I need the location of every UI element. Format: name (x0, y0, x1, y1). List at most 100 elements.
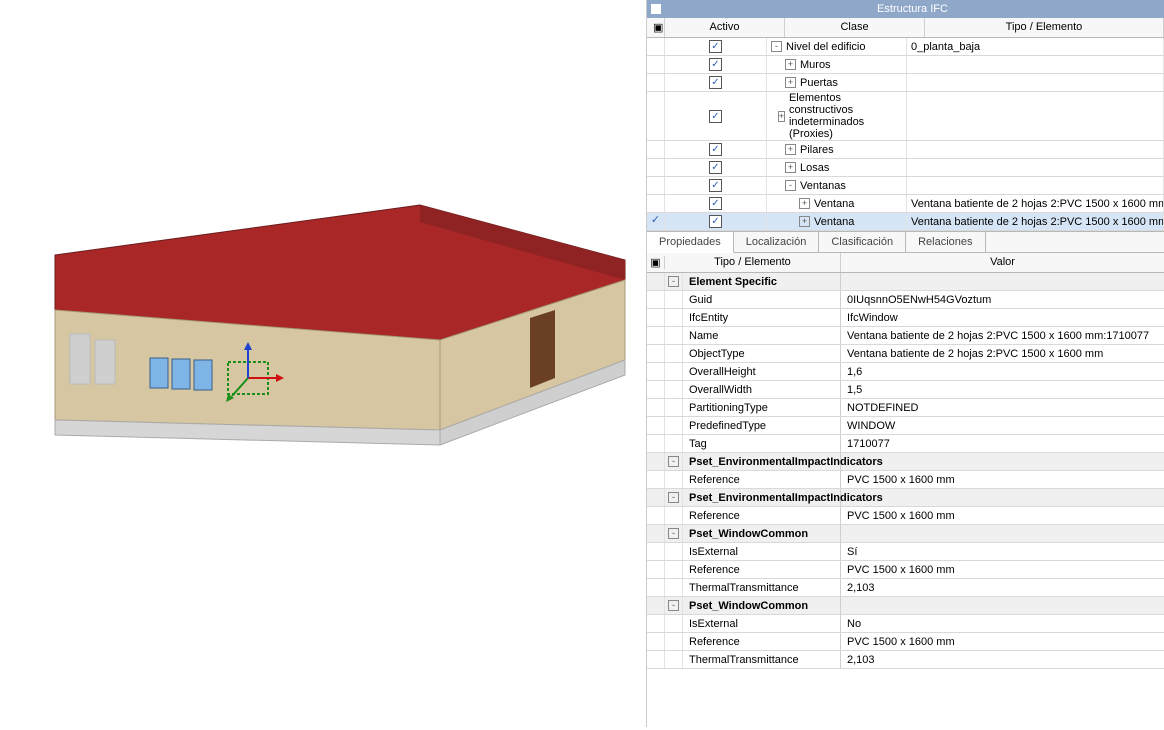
tree-body[interactable]: ✓-Nivel del edificio0_planta_baja✓+Muros… (647, 38, 1164, 231)
property-row[interactable]: ReferencePVC 1500 x 1600 mm (647, 471, 1164, 489)
row-active-checkbox[interactable]: ✓ (665, 177, 767, 194)
tree-header-type[interactable]: Tipo / Elemento (925, 18, 1164, 37)
property-row[interactable]: IsExternalNo (647, 615, 1164, 633)
property-row[interactable]: IsExternalSí (647, 543, 1164, 561)
row-class-cell[interactable]: +Muros (767, 56, 907, 73)
row-class-cell[interactable]: +Losas (767, 159, 907, 176)
row-class-cell[interactable]: +Elementos constructivos indeterminados … (767, 92, 907, 140)
property-value[interactable]: Ventana batiente de 2 hojas 2:PVC 1500 x… (841, 345, 1164, 362)
property-row[interactable]: PredefinedTypeWINDOW (647, 417, 1164, 435)
property-value[interactable]: 1710077 (841, 435, 1164, 452)
expand-icon[interactable]: + (799, 216, 810, 227)
property-value[interactable] (841, 525, 1164, 542)
tab-localización[interactable]: Localización (734, 232, 820, 252)
property-row[interactable]: OverallWidth1,5 (647, 381, 1164, 399)
row-active-checkbox[interactable]: ✓ (665, 74, 767, 91)
panel-pin-icon[interactable] (651, 4, 661, 14)
property-value[interactable] (841, 489, 1164, 506)
tab-relaciones[interactable]: Relaciones (906, 232, 985, 252)
collapse-icon[interactable]: - (771, 41, 782, 52)
property-row[interactable]: OverallHeight1,6 (647, 363, 1164, 381)
property-row[interactable]: ReferencePVC 1500 x 1600 mm (647, 507, 1164, 525)
expand-icon[interactable]: + (799, 198, 810, 209)
property-value[interactable]: NOTDEFINED (841, 399, 1164, 416)
property-row[interactable]: Guid0IUqsnnO5ENwH54GVoztum (647, 291, 1164, 309)
tree-row[interactable]: ✓+Pilares (647, 141, 1164, 159)
property-row[interactable]: IfcEntityIfcWindow (647, 309, 1164, 327)
tree-header-active[interactable]: Activo (665, 18, 785, 37)
expand-icon[interactable]: + (785, 77, 796, 88)
tab-clasificación[interactable]: Clasificación (819, 232, 906, 252)
tree-header-class[interactable]: Clase (785, 18, 925, 37)
property-row[interactable]: NameVentana batiente de 2 hojas 2:PVC 15… (647, 327, 1164, 345)
row-type-cell[interactable] (907, 74, 1164, 91)
collapse-icon[interactable]: - (668, 456, 679, 467)
tree-row[interactable]: ✓+Muros (647, 56, 1164, 74)
property-value[interactable]: IfcWindow (841, 309, 1164, 326)
tree-row[interactable]: ✓✓+VentanaVentana batiente de 2 hojas 2:… (647, 213, 1164, 231)
property-row[interactable]: ThermalTransmittance2,103 (647, 651, 1164, 669)
property-group-row[interactable]: -Pset_EnvironmentalImpactIndicators (647, 489, 1164, 507)
row-active-checkbox[interactable]: ✓ (665, 159, 767, 176)
row-active-checkbox[interactable]: ✓ (665, 213, 767, 230)
collapse-icon[interactable]: - (785, 180, 796, 191)
property-row[interactable]: PartitioningTypeNOTDEFINED (647, 399, 1164, 417)
tree-header-icon-col[interactable]: ▣ (647, 18, 665, 37)
row-class-cell[interactable]: +Ventana (767, 213, 907, 230)
property-value[interactable] (841, 453, 1164, 470)
tree-row[interactable]: ✓-Ventanas (647, 177, 1164, 195)
row-class-cell[interactable]: +Ventana (767, 195, 907, 212)
row-type-cell[interactable] (907, 177, 1164, 194)
row-active-checkbox[interactable]: ✓ (665, 38, 767, 55)
property-value[interactable]: Ventana batiente de 2 hojas 2:PVC 1500 x… (841, 327, 1164, 344)
row-type-cell[interactable] (907, 92, 1164, 140)
row-active-checkbox[interactable]: ✓ (665, 141, 767, 158)
tree-row[interactable]: ✓+Elementos constructivos indeterminados… (647, 92, 1164, 141)
expand-icon[interactable]: + (785, 144, 796, 155)
properties-header-icon[interactable]: ▣ (647, 256, 665, 269)
row-class-cell[interactable]: +Pilares (767, 141, 907, 158)
property-value[interactable]: 1,5 (841, 381, 1164, 398)
row-class-cell[interactable]: -Nivel del edificio (767, 38, 907, 55)
property-value[interactable]: 2,103 (841, 651, 1164, 668)
property-value[interactable]: PVC 1500 x 1600 mm (841, 471, 1164, 488)
property-group-row[interactable]: -Pset_EnvironmentalImpactIndicators (647, 453, 1164, 471)
properties-header-left[interactable]: Tipo / Elemento (665, 256, 840, 269)
property-value[interactable]: 1,6 (841, 363, 1164, 380)
row-type-cell[interactable]: 0_planta_baja (907, 38, 1164, 55)
property-value[interactable] (841, 273, 1164, 290)
expand-icon[interactable]: + (785, 162, 796, 173)
row-type-cell[interactable]: Ventana batiente de 2 hojas 2:PVC 1500 x… (907, 213, 1164, 230)
properties-body[interactable]: -Element SpecificGuid0IUqsnnO5ENwH54GVoz… (647, 273, 1164, 727)
property-value[interactable]: Sí (841, 543, 1164, 560)
collapse-icon[interactable]: - (668, 600, 679, 611)
row-active-checkbox[interactable]: ✓ (665, 195, 767, 212)
tree-row[interactable]: ✓+VentanaVentana batiente de 2 hojas 2:P… (647, 195, 1164, 213)
property-value[interactable]: PVC 1500 x 1600 mm (841, 507, 1164, 524)
property-value[interactable]: 0IUqsnnO5ENwH54GVoztum (841, 291, 1164, 308)
property-row[interactable]: ReferencePVC 1500 x 1600 mm (647, 633, 1164, 651)
property-row[interactable]: Tag1710077 (647, 435, 1164, 453)
row-type-cell[interactable] (907, 159, 1164, 176)
expand-icon[interactable]: + (785, 59, 796, 70)
row-active-checkbox[interactable]: ✓ (665, 92, 767, 140)
property-value[interactable]: No (841, 615, 1164, 632)
property-row[interactable]: ObjectTypeVentana batiente de 2 hojas 2:… (647, 345, 1164, 363)
property-value[interactable] (841, 597, 1164, 614)
property-row[interactable]: ThermalTransmittance2,103 (647, 579, 1164, 597)
property-value[interactable]: 2,103 (841, 579, 1164, 596)
property-group-row[interactable]: -Element Specific (647, 273, 1164, 291)
collapse-icon[interactable]: - (668, 492, 679, 503)
property-value[interactable]: PVC 1500 x 1600 mm (841, 561, 1164, 578)
property-group-row[interactable]: -Pset_WindowCommon (647, 597, 1164, 615)
tree-row[interactable]: ✓+Losas (647, 159, 1164, 177)
row-type-cell[interactable] (907, 141, 1164, 158)
row-type-cell[interactable]: Ventana batiente de 2 hojas 2:PVC 1500 x… (907, 195, 1164, 212)
tree-row[interactable]: ✓+Puertas (647, 74, 1164, 92)
property-group-row[interactable]: -Pset_WindowCommon (647, 525, 1164, 543)
properties-header-right[interactable]: Valor (841, 253, 1164, 272)
tab-propiedades[interactable]: Propiedades (647, 232, 734, 253)
property-value[interactable]: WINDOW (841, 417, 1164, 434)
3d-viewport[interactable] (0, 0, 646, 727)
row-active-checkbox[interactable]: ✓ (665, 56, 767, 73)
